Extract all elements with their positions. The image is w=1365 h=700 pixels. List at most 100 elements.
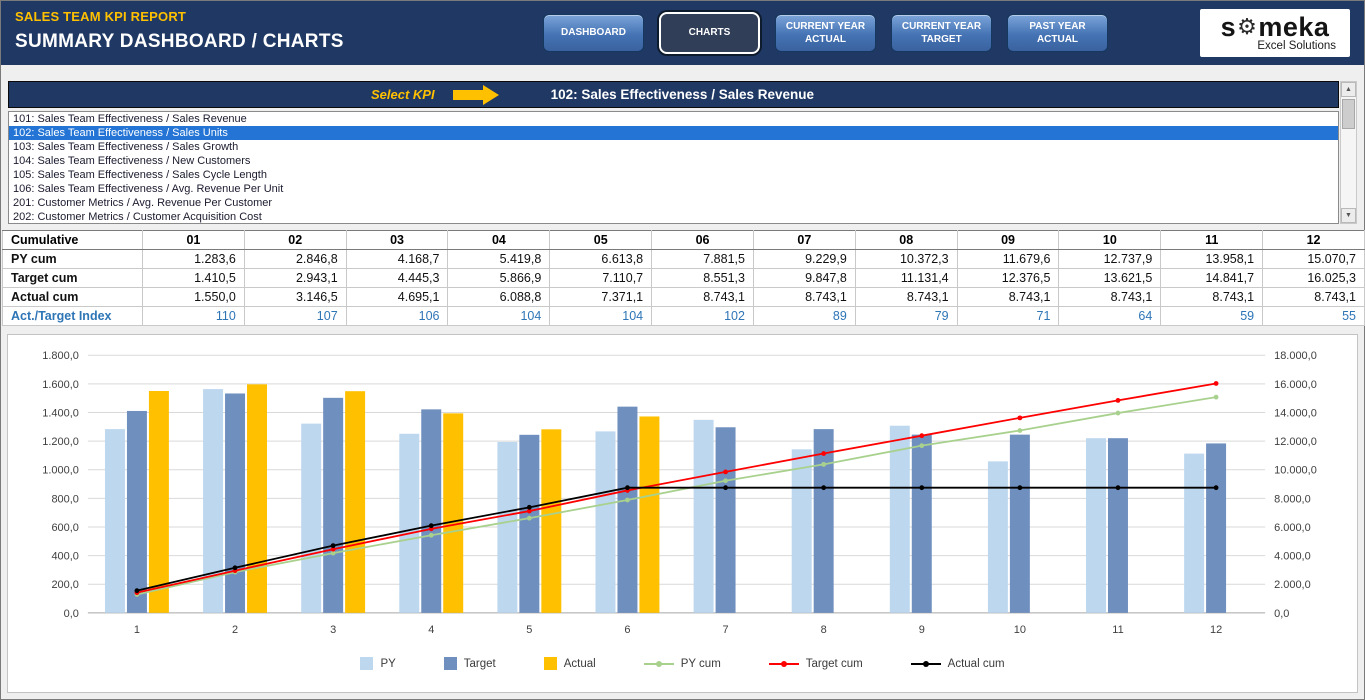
- nav-button-past-year-actual[interactable]: PAST YEAR ACTUAL: [1007, 14, 1108, 52]
- nav-button-charts[interactable]: CHARTS: [659, 12, 760, 54]
- table-cell: 10.372,3: [855, 250, 957, 269]
- svg-text:1.600,0: 1.600,0: [42, 379, 79, 391]
- scroll-down-button[interactable]: ▼: [1341, 208, 1356, 223]
- kpi-option-202[interactable]: 202: Customer Metrics / Customer Acquisi…: [9, 210, 1338, 224]
- table-cell: 11.131,4: [855, 269, 957, 288]
- x-axis-labels: 123456789101112: [134, 624, 1222, 636]
- legend-line-dot: [781, 661, 787, 667]
- table-cell: 6.613,8: [550, 250, 652, 269]
- table-row-py-cum: PY cum1.283,62.846,84.168,75.419,86.613,…: [3, 250, 1365, 269]
- month-header: 08: [855, 231, 957, 250]
- table-cell: 8.743,1: [652, 288, 754, 307]
- table-cell: 8.743,1: [1059, 288, 1161, 307]
- kpi-option-102[interactable]: 102: Sales Team Effectiveness / Sales Un…: [9, 126, 1338, 140]
- table-cell: 8.551,3: [652, 269, 754, 288]
- svg-text:7: 7: [723, 624, 729, 636]
- month-header: 02: [244, 231, 346, 250]
- scroll-thumb[interactable]: [1342, 99, 1355, 129]
- gear-icon: ⚙: [1237, 14, 1257, 40]
- table-cell: 104: [448, 307, 550, 326]
- kpi-option-105[interactable]: 105: Sales Team Effectiveness / Sales Cy…: [9, 168, 1338, 182]
- table-cell: 64: [1059, 307, 1161, 326]
- brand-start: s: [1221, 14, 1237, 40]
- legend-label: Target cum: [806, 658, 863, 670]
- month-header: 07: [753, 231, 855, 250]
- row-label: Act./Target Index: [3, 307, 143, 326]
- table-cell: 1.410,5: [143, 269, 245, 288]
- table-cell: 5.866,9: [448, 269, 550, 288]
- nav-button-dashboard[interactable]: DASHBOARD: [543, 14, 644, 52]
- table-cell: 12.737,9: [1059, 250, 1161, 269]
- table-cell: 7.881,5: [652, 250, 754, 269]
- month-header: 12: [1263, 231, 1365, 250]
- svg-text:2.000,0: 2.000,0: [1274, 579, 1311, 591]
- svg-text:8.000,0: 8.000,0: [1274, 493, 1311, 505]
- list-scrollbar[interactable]: ▲ ▼: [1340, 81, 1357, 224]
- table-header-row: Cumulative010203040506070809101112: [3, 231, 1365, 250]
- svg-text:11: 11: [1112, 624, 1123, 636]
- chart-panel: 0,00,0200,02.000,0400,04.000,0600,06.000…: [7, 334, 1358, 693]
- svg-text:1: 1: [134, 624, 140, 636]
- table-cell: 13.958,1: [1161, 250, 1263, 269]
- scroll-track[interactable]: [1341, 97, 1356, 208]
- table-cell: 8.743,1: [1161, 288, 1263, 307]
- svg-text:600,0: 600,0: [51, 522, 78, 534]
- svg-text:800,0: 800,0: [51, 493, 78, 505]
- month-header: 10: [1059, 231, 1161, 250]
- table-cell: 89: [753, 307, 855, 326]
- table-cell: 106: [346, 307, 448, 326]
- chart-legend: PYTargetActualPY cumTarget cumActual cum: [8, 657, 1357, 670]
- legend-label: PY cum: [681, 658, 721, 670]
- svg-text:12: 12: [1210, 624, 1222, 636]
- table-cell: 7.110,7: [550, 269, 652, 288]
- month-header: 11: [1161, 231, 1263, 250]
- table-cell: 4.168,7: [346, 250, 448, 269]
- table-cell: 16.025,3: [1263, 269, 1365, 288]
- table-cell: 59: [1161, 307, 1263, 326]
- svg-text:400,0: 400,0: [51, 551, 78, 563]
- legend-item-actual-cum: Actual cum: [911, 657, 1005, 670]
- legend-line-marker: [911, 663, 941, 665]
- table-cell: 6.088,8: [448, 288, 550, 307]
- table-cell: 13.621,5: [1059, 269, 1161, 288]
- nav-button-current-year-actual[interactable]: CURRENT YEAR ACTUAL: [775, 14, 876, 52]
- month-header: 01: [143, 231, 245, 250]
- legend-swatch: [360, 657, 373, 670]
- svg-text:0,0: 0,0: [64, 608, 79, 620]
- legend-label: PY: [380, 658, 395, 670]
- svg-text:3: 3: [330, 624, 336, 636]
- legend-label: Target: [464, 658, 496, 670]
- svg-text:4: 4: [428, 624, 434, 636]
- svg-text:16.000,0: 16.000,0: [1274, 379, 1317, 391]
- nav-button-current-year-target[interactable]: CURRENT YEAR TARGET: [891, 14, 992, 52]
- table-cell: 4.445,3: [346, 269, 448, 288]
- kpi-option-201[interactable]: 201: Customer Metrics / Avg. Revenue Per…: [9, 196, 1338, 210]
- kpi-option-101[interactable]: 101: Sales Team Effectiveness / Sales Re…: [9, 112, 1338, 126]
- page-title: SUMMARY DASHBOARD / CHARTS: [15, 31, 344, 53]
- arrow-head: [483, 85, 499, 105]
- kpi-option-103[interactable]: 103: Sales Team Effectiveness / Sales Gr…: [9, 140, 1338, 154]
- kpi-option-104[interactable]: 104: Sales Team Effectiveness / New Cust…: [9, 154, 1338, 168]
- table-cell: 1.550,0: [143, 288, 245, 307]
- report-title: SALES TEAM KPI REPORT: [15, 9, 186, 24]
- legend-item-py: PY: [360, 657, 395, 670]
- month-header: 03: [346, 231, 448, 250]
- kpi-listbox[interactable]: 101: Sales Team Effectiveness / Sales Re…: [8, 111, 1339, 224]
- table-cell: 7.371,1: [550, 288, 652, 307]
- svg-text:1.800,0: 1.800,0: [42, 350, 79, 362]
- scroll-up-button[interactable]: ▲: [1341, 82, 1356, 97]
- table-cell: 79: [855, 307, 957, 326]
- legend-label: Actual cum: [948, 658, 1005, 670]
- table-cell: 8.743,1: [753, 288, 855, 307]
- legend-line-dot: [656, 661, 662, 667]
- arrow-right-icon: [453, 85, 499, 105]
- month-header: 05: [550, 231, 652, 250]
- row-label: PY cum: [3, 250, 143, 269]
- month-header: 09: [957, 231, 1059, 250]
- kpi-select-bar: Select KPI 102: Sales Effectiveness / Sa…: [8, 81, 1339, 108]
- svg-text:18.000,0: 18.000,0: [1274, 350, 1317, 362]
- table-cell: 14.841,7: [1161, 269, 1263, 288]
- legend-line-marker: [644, 663, 674, 665]
- table-cell: 9.847,8: [753, 269, 855, 288]
- kpi-option-106[interactable]: 106: Sales Team Effectiveness / Avg. Rev…: [9, 182, 1338, 196]
